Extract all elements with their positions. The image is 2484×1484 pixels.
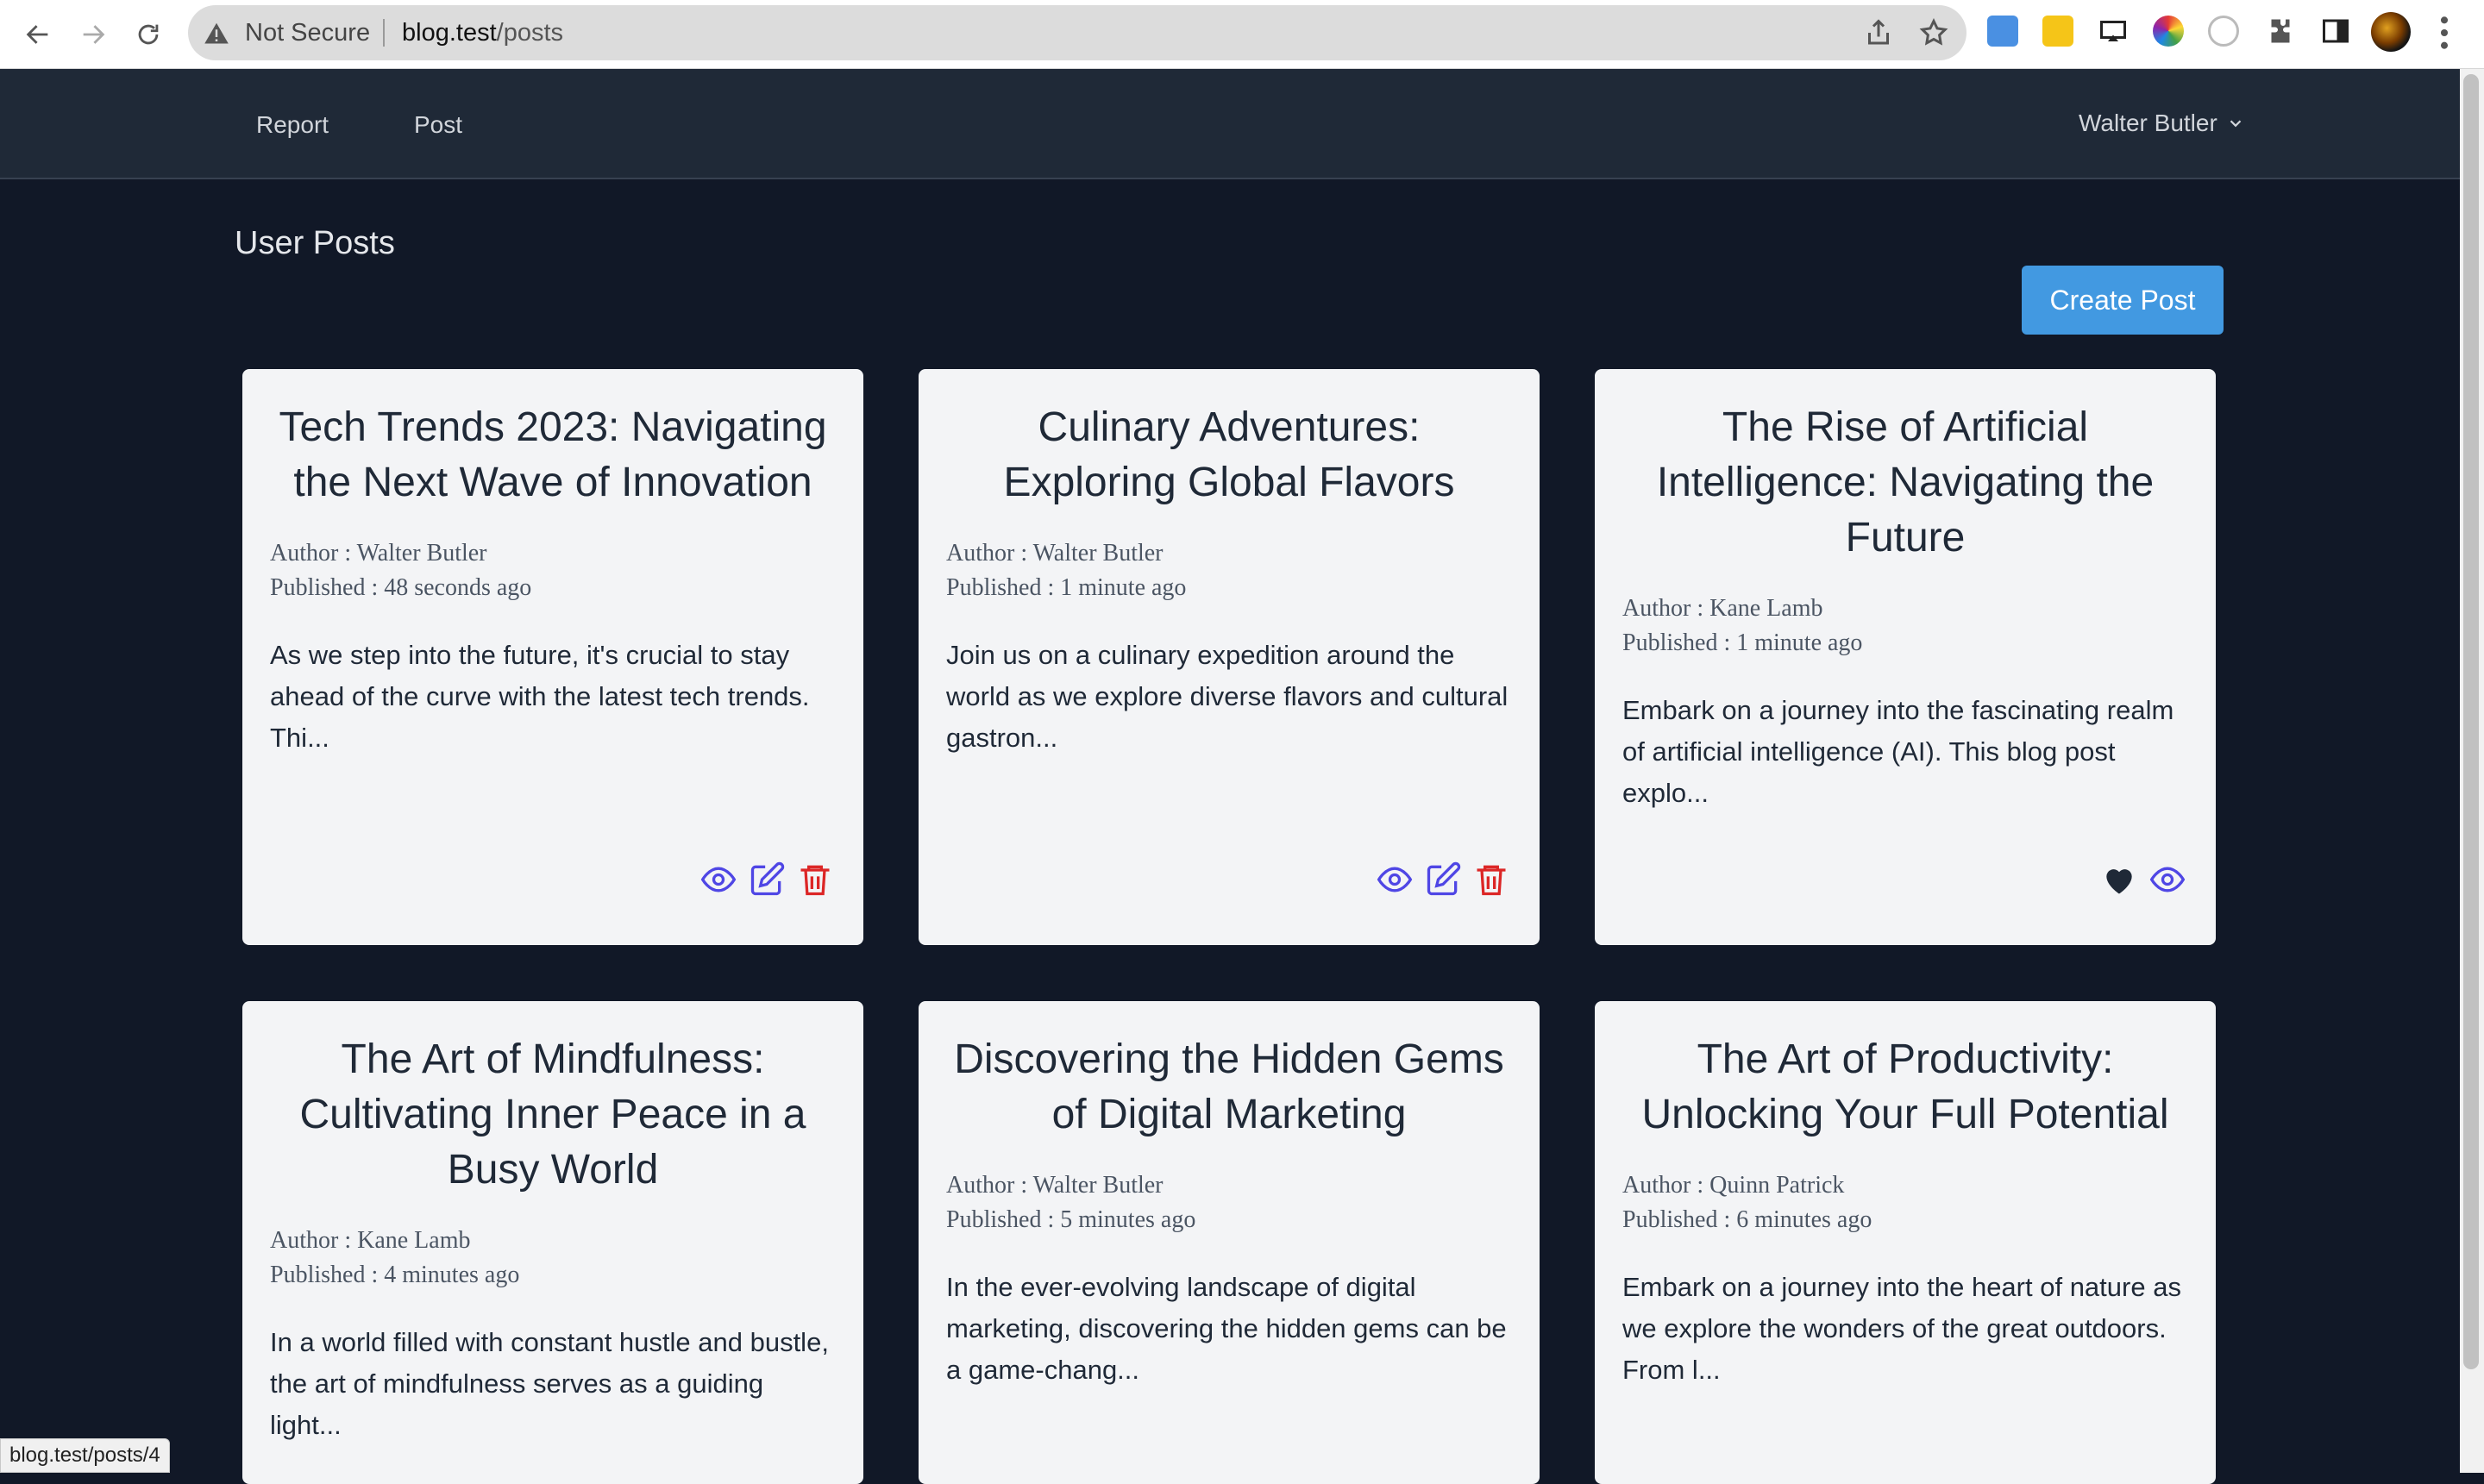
browser-toolbar: Not Secure blog.test/posts: [0, 0, 2484, 69]
post-card: Discovering the Hidden Gems of Digital M…: [919, 1001, 1540, 1484]
trash-icon: [800, 865, 830, 896]
post-published: Published : 1 minute ago: [946, 574, 1187, 601]
post-excerpt: Embark on a journey into the fascinating…: [1622, 695, 2174, 808]
scrollbar-thumb[interactable]: [2463, 74, 2479, 1369]
address-bar[interactable]: Not Secure blog.test/posts: [188, 5, 1966, 60]
warning-icon: [204, 22, 229, 44]
post-excerpt: Join us on a culinary expedition around …: [946, 640, 1509, 753]
eye-icon: [700, 867, 737, 892]
sidebar-icon[interactable]: [2320, 16, 2351, 47]
post-card: Culinary Adventures: Exploring Global Fl…: [919, 369, 1540, 945]
nav-link-post[interactable]: Post: [414, 110, 462, 140]
post-actions: [699, 861, 834, 899]
extension-color-icon[interactable]: [2153, 16, 2184, 47]
post-author: Author : Kane Lamb: [1622, 595, 1823, 622]
view-button[interactable]: [1376, 861, 1414, 899]
chevron-down-icon: [2230, 120, 2242, 128]
post-title[interactable]: Tech Trends 2023: Navigating the Next Wa…: [270, 400, 836, 510]
create-post-button[interactable]: Create Post: [2022, 266, 2224, 335]
post-excerpt: In the ever-evolving landscape of digita…: [946, 1272, 1507, 1385]
extension-compass-icon[interactable]: [2208, 16, 2239, 47]
edit-button[interactable]: [1424, 861, 1462, 899]
post-actions: [2100, 861, 2186, 899]
nav-link-report[interactable]: Report: [256, 110, 329, 140]
post-author: Author : Walter Butler: [946, 1172, 1164, 1199]
post-author: Author : Walter Butler: [946, 540, 1164, 567]
delete-button[interactable]: [1472, 861, 1510, 899]
view-button[interactable]: [699, 861, 737, 899]
post-card: The Art of Mindfulness: Cultivating Inne…: [242, 1001, 863, 1484]
user-name: Walter Butler: [2079, 110, 2217, 136]
post-title[interactable]: The Art of Mindfulness: Cultivating Inne…: [270, 1032, 836, 1198]
post-excerpt: Embark on a journey into the heart of na…: [1622, 1272, 2181, 1385]
url-text: blog.test/posts: [402, 17, 563, 48]
post-excerpt: As we step into the future, it's crucial…: [270, 640, 810, 753]
more-menu-icon[interactable]: [2436, 14, 2453, 52]
bookmark-star-icon[interactable]: [1918, 17, 1949, 48]
post-published: Published : 6 minutes ago: [1622, 1206, 1872, 1233]
forward-button[interactable]: [71, 12, 116, 57]
post-author: Author : Walter Butler: [270, 540, 487, 567]
divider: [383, 19, 385, 47]
cast-icon[interactable]: [2098, 16, 2129, 47]
delete-button[interactable]: [796, 861, 834, 899]
extension-note-icon[interactable]: [2042, 16, 2073, 47]
edit-button[interactable]: [748, 861, 786, 899]
post-author: Author : Kane Lamb: [270, 1227, 471, 1254]
reload-button[interactable]: [126, 12, 171, 57]
trash-icon: [1477, 865, 1506, 896]
post-excerpt: In a world filled with constant hustle a…: [270, 1327, 829, 1440]
app-navbar: Report Post Walter Butler: [0, 69, 2460, 179]
url-path: /posts: [496, 19, 564, 47]
post-card: Tech Trends 2023: Navigating the Next Wa…: [242, 369, 863, 945]
page-title: User Posts: [235, 225, 395, 261]
post-published: Published : 1 minute ago: [1622, 629, 1863, 656]
post-actions: [1376, 861, 1510, 899]
post-title[interactable]: Culinary Adventures: Exploring Global Fl…: [946, 400, 1512, 510]
post-title[interactable]: The Art of Productivity: Unlocking Your …: [1622, 1032, 2188, 1143]
post-published: Published : 48 seconds ago: [270, 574, 532, 601]
post-card: The Rise of Artificial Intelligence: Nav…: [1595, 369, 2216, 945]
post-title[interactable]: The Rise of Artificial Intelligence: Nav…: [1622, 400, 2188, 566]
post-card: The Art of Productivity: Unlocking Your …: [1595, 1001, 2216, 1484]
view-button[interactable]: [2148, 861, 2186, 899]
url-host: blog.test: [402, 19, 497, 47]
profile-avatar[interactable]: [2371, 12, 2411, 52]
link-status-bar: blog.test/posts/4: [0, 1438, 170, 1473]
eye-icon: [1377, 867, 1413, 892]
reload-icon: [138, 24, 159, 45]
like-button[interactable]: [2100, 861, 2138, 899]
post-published: Published : 4 minutes ago: [270, 1262, 520, 1288]
arrow-right-icon: [83, 25, 105, 44]
user-menu[interactable]: Walter Butler: [2079, 109, 2245, 138]
post-author: Author : Quinn Patrick: [1622, 1172, 1845, 1199]
post-title[interactable]: Discovering the Hidden Gems of Digital M…: [946, 1032, 1512, 1143]
security-label: Not Secure: [245, 19, 371, 47]
back-button[interactable]: [16, 12, 60, 57]
heart-icon: [2106, 869, 2132, 894]
post-published: Published : 5 minutes ago: [946, 1206, 1196, 1233]
share-icon[interactable]: [1863, 17, 1894, 48]
extension-fi-icon[interactable]: [1987, 16, 2018, 47]
eye-icon: [2149, 867, 2186, 892]
edit-icon: [750, 861, 785, 896]
arrow-left-icon: [26, 25, 48, 44]
edit-icon: [1427, 861, 1461, 896]
puzzle-icon[interactable]: [2265, 16, 2296, 47]
